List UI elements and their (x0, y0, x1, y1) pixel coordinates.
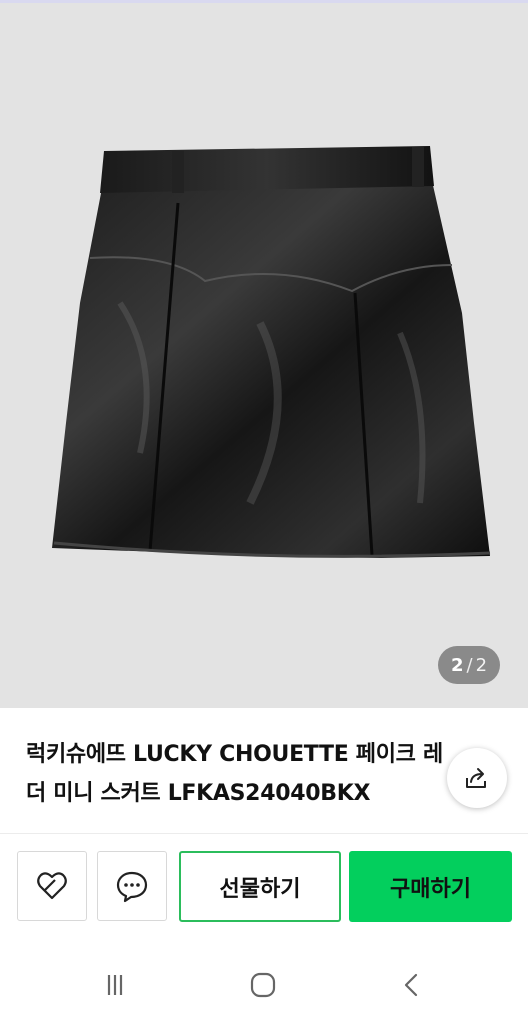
gift-button[interactable]: 선물하기 (179, 851, 341, 922)
product-image (52, 146, 491, 558)
page-separator: / (466, 654, 473, 676)
divider (0, 833, 528, 834)
back-button[interactable] (390, 963, 434, 1007)
heart-icon (37, 872, 67, 900)
buy-button[interactable]: 구매하기 (349, 851, 512, 922)
share-icon (466, 768, 486, 788)
recent-apps-icon (107, 975, 123, 995)
recent-apps-button[interactable] (93, 963, 137, 1007)
image-page-counter: 2 / 2 (438, 646, 500, 684)
product-image-gallery[interactable]: 2 / 2 (0, 3, 528, 708)
chat-button[interactable] (97, 851, 167, 921)
chat-icon (116, 871, 148, 903)
like-button[interactable] (17, 851, 87, 921)
back-icon (404, 973, 418, 997)
share-button[interactable] (447, 748, 507, 808)
current-page: 2 (450, 654, 464, 676)
home-button[interactable] (241, 963, 285, 1007)
home-icon (250, 972, 276, 998)
system-nav-bar (0, 945, 528, 1024)
total-pages: 2 (475, 654, 488, 676)
product-title: 럭키슈에뜨 LUCKY CHOUETTE 페이크 레더 미니 스커트 LFKAS… (26, 742, 443, 806)
